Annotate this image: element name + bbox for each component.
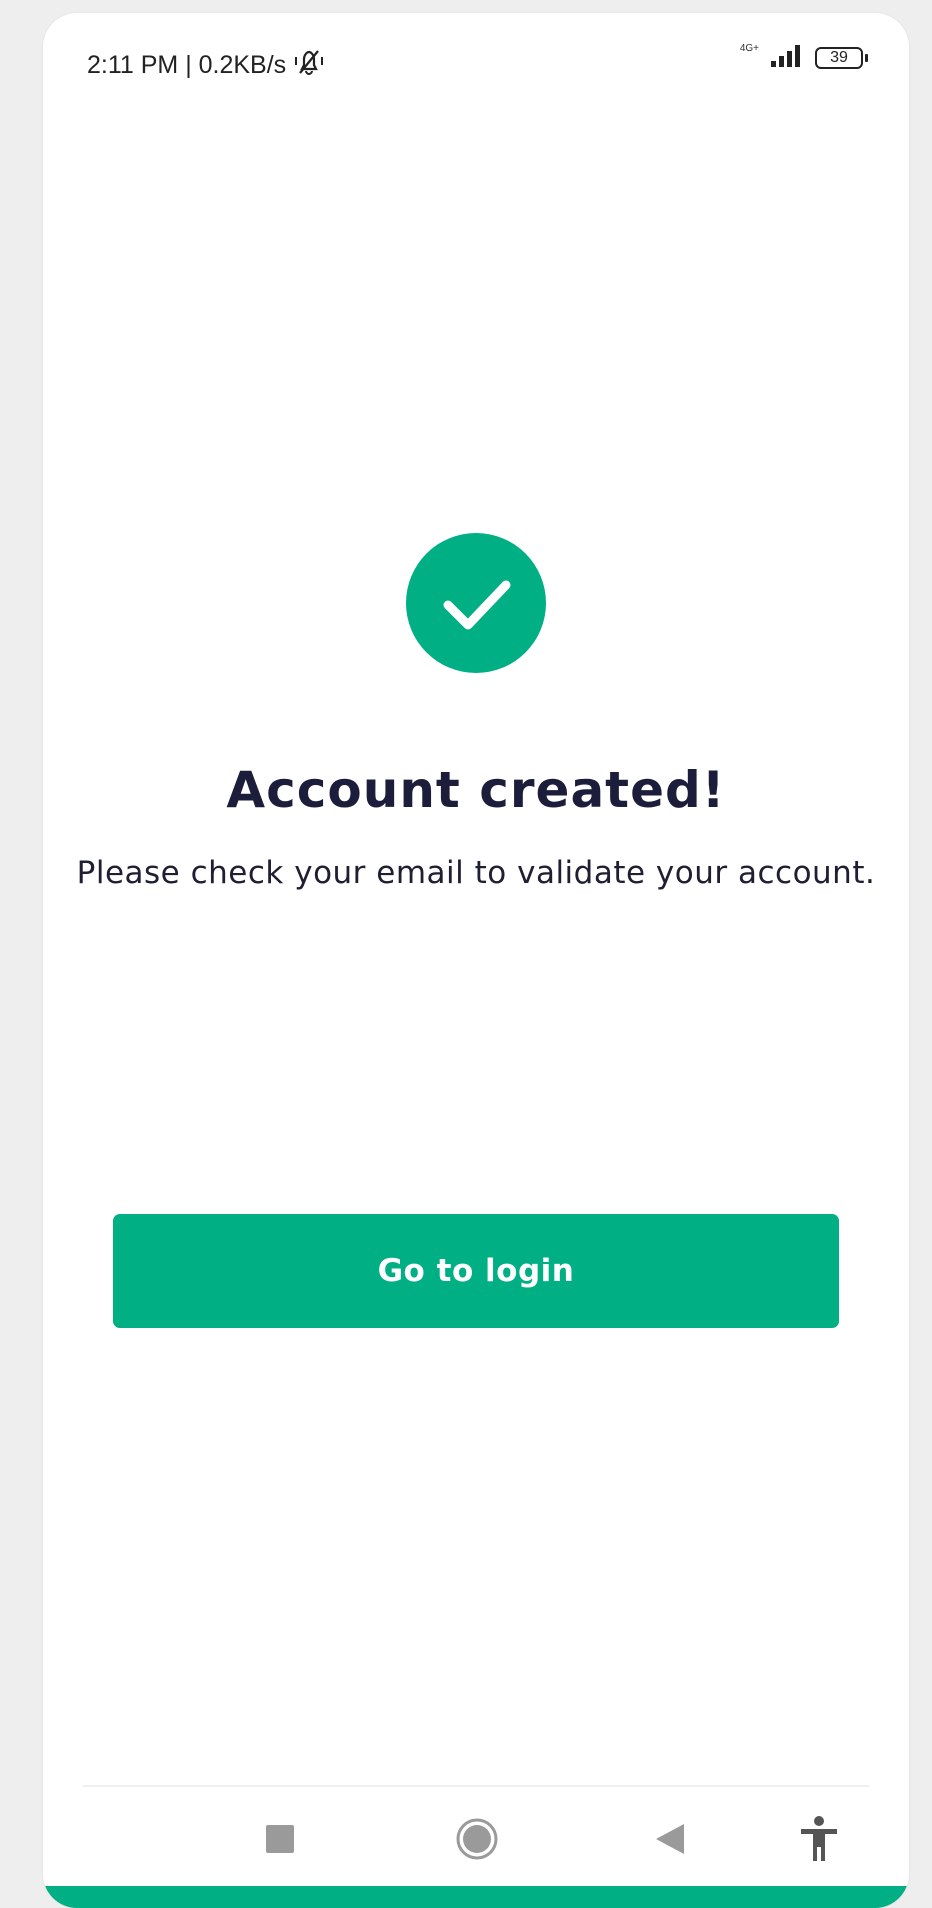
battery-icon: 39 — [815, 47, 868, 69]
battery-level: 39 — [830, 49, 848, 66]
status-right: 4G+ 39 — [739, 42, 868, 73]
accessibility-icon[interactable] — [794, 1814, 844, 1864]
page-title: Account created! — [226, 761, 726, 819]
phone-screen: 2:11 PM | 0.2KB/s 4G+ 39 Account created… — [43, 13, 909, 1908]
go-to-login-button[interactable]: Go to login — [113, 1214, 839, 1328]
recents-icon[interactable] — [255, 1814, 305, 1864]
status-left: 2:11 PM | 0.2KB/s — [87, 47, 326, 84]
home-icon[interactable] — [452, 1814, 502, 1864]
back-icon[interactable] — [645, 1814, 695, 1864]
status-bar: 2:11 PM | 0.2KB/s 4G+ 39 — [43, 13, 909, 89]
validation-message: Please check your email to validate your… — [76, 855, 876, 891]
network-type: 4G+ — [739, 42, 759, 54]
signal-icon — [769, 43, 805, 73]
bottom-sheet-edge — [43, 1864, 909, 1886]
mute-icon — [292, 47, 326, 84]
status-time-speed: 2:11 PM | 0.2KB/s — [87, 51, 287, 79]
success-check-icon — [406, 533, 546, 673]
bottom-accent-bar — [43, 1886, 909, 1908]
nav-divider — [83, 1785, 869, 1787]
